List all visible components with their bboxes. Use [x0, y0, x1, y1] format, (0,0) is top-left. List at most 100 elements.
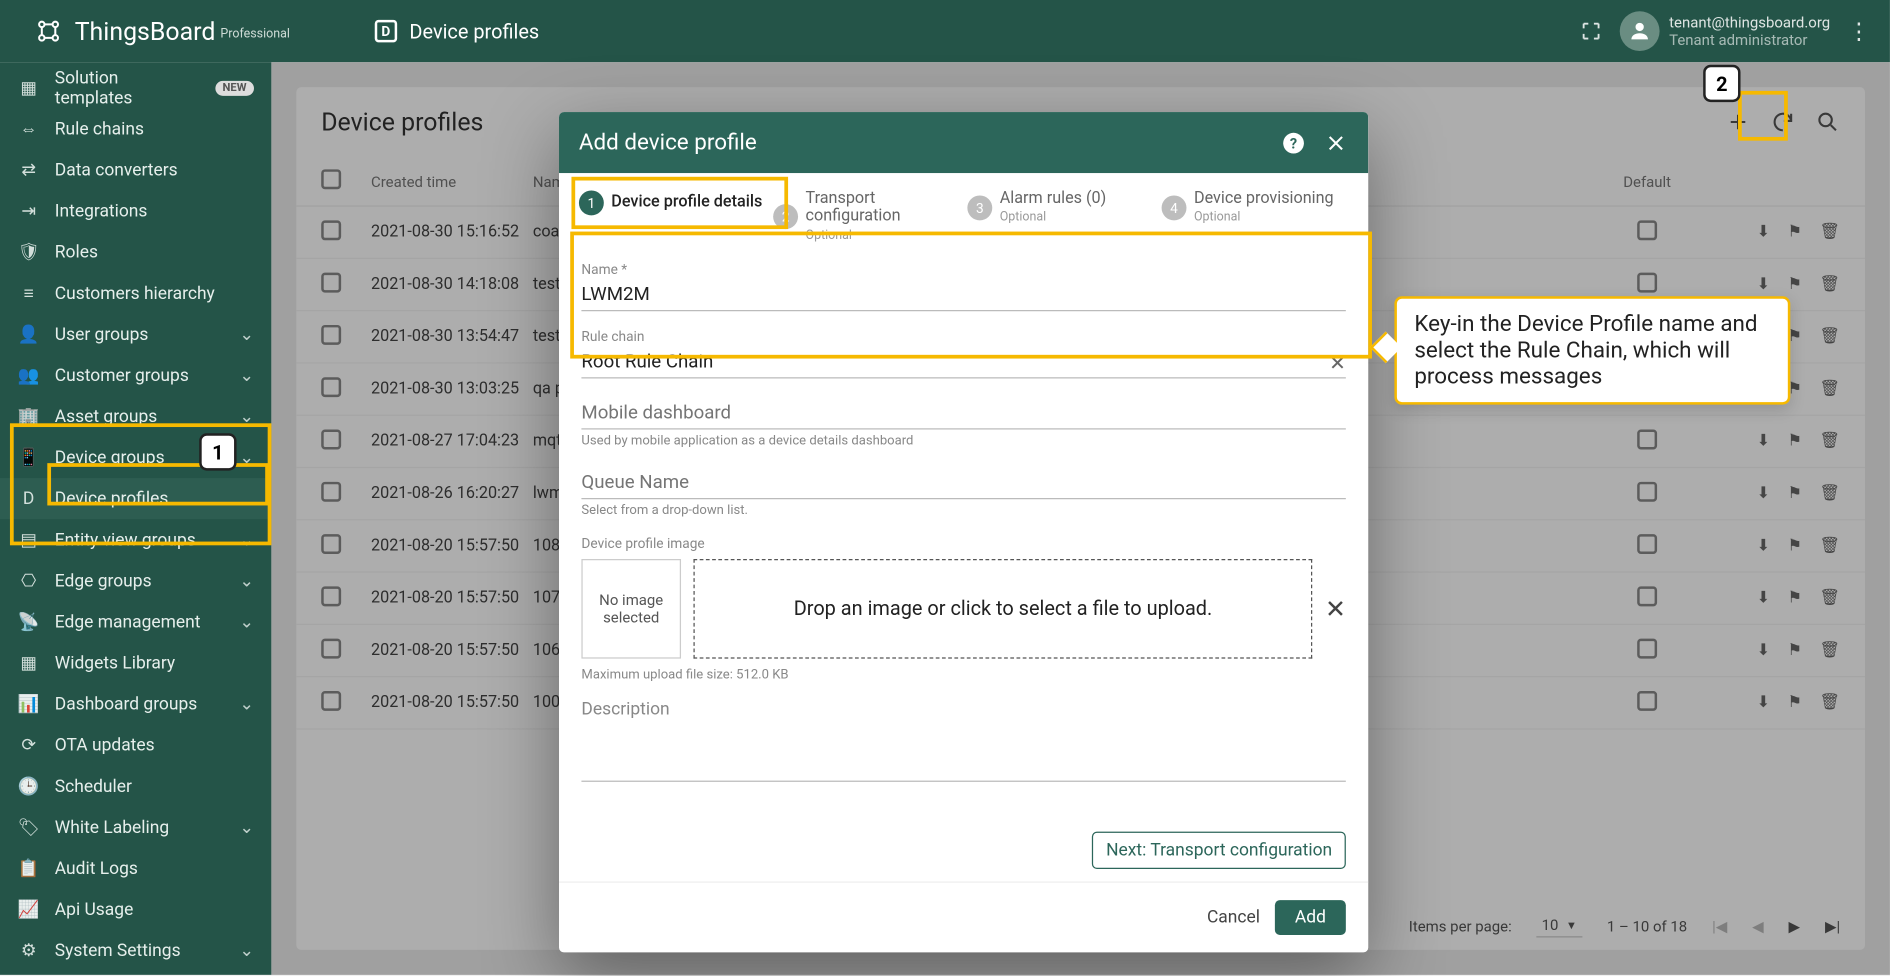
add-button-dialog[interactable]: Add [1275, 900, 1346, 935]
sidebar-item-dashboard-groups[interactable]: 📊Dashboard groups⌄ [0, 684, 271, 725]
dashboard-icon: 📊 [17, 694, 39, 714]
label-icon: 🏷 [17, 817, 39, 837]
callout-number-2: 2 [1703, 65, 1740, 102]
clear-image-icon[interactable]: ✕ [1325, 594, 1346, 624]
svg-text:?: ? [1290, 135, 1297, 152]
step-4[interactable]: 4Device provisioningOptional [1162, 190, 1349, 226]
sidebar-item-edge-management[interactable]: 📡Edge management⌄ [0, 601, 271, 642]
sidebar-item-scheduler[interactable]: 🕒Scheduler [0, 766, 271, 807]
chevron-down-icon: ⌄ [239, 365, 254, 385]
brand-logo: ThingsBoard [32, 15, 215, 47]
image-field-label: Device profile image [581, 535, 1345, 551]
chevron-down-icon: ⌄ [239, 941, 254, 961]
chevron-down-icon: ⌄ [239, 448, 254, 468]
chevron-down-icon: ⌄ [239, 571, 254, 591]
gear-icon: ⚙ [17, 941, 39, 961]
mobile-dashboard-field[interactable] [581, 396, 1345, 430]
step-3[interactable]: 3Alarm rules (0)Optional [967, 190, 1154, 226]
antenna-icon: 📡 [17, 612, 39, 632]
user-menu[interactable]: tenant@thingsboard.org Tenant administra… [1619, 11, 1830, 51]
sidebar-item-rule-chains[interactable]: ⇔Rule chains [0, 108, 271, 149]
clock-icon: 🕒 [17, 776, 39, 796]
chevron-down-icon: ⌄ [239, 817, 254, 837]
asset-icon: 🏢 [17, 406, 39, 426]
name-field[interactable] [581, 277, 1345, 311]
breadcrumb-icon: D [375, 20, 397, 42]
image-dropzone[interactable]: Drop an image or click to select a file … [693, 559, 1312, 659]
sidebar-item-white-labeling[interactable]: 🏷White Labeling⌄ [0, 807, 271, 848]
sidebar: ▦Solution templatesNEW⇔Rule chains⇄Data … [0, 62, 271, 975]
sidebar-item-data-converters[interactable]: ⇄Data converters [0, 149, 271, 190]
description-field[interactable] [581, 719, 1345, 781]
sidebar-item-user-groups[interactable]: 👤User groups⌄ [0, 314, 271, 355]
description-label: Description [581, 700, 1345, 720]
avatar-icon [1619, 11, 1659, 51]
fullscreen-icon[interactable] [1579, 20, 1601, 42]
shield-icon: 🛡 [17, 242, 39, 262]
user-role: Tenant administrator [1669, 31, 1830, 49]
edge-icon: ⎔ [17, 571, 39, 591]
chains-icon: ⇔ [17, 118, 39, 139]
dialog-title: Add device profile [579, 129, 757, 155]
more-icon[interactable]: ⋮ [1848, 18, 1870, 44]
chevron-down-icon: ⌄ [239, 530, 254, 550]
image-preview: No image selected [581, 559, 681, 659]
sidebar-item-edge-groups[interactable]: ⎔Edge groups⌄ [0, 560, 271, 601]
max-upload-hint: Maximum upload file size: 512.0 KB [581, 666, 1345, 682]
user-icon: 👤 [17, 324, 39, 344]
converter-icon: ⇄ [17, 160, 39, 180]
logo-icon [32, 15, 64, 47]
chevron-down-icon: ⌄ [239, 694, 254, 714]
sidebar-item-customer-groups[interactable]: 👥Customer groups⌄ [0, 355, 271, 396]
add-device-profile-dialog: Add device profile ? 1Device profile det… [559, 112, 1368, 952]
callout-tooltip: Key-in the Device Profile name and selec… [1394, 296, 1790, 404]
step-2[interactable]: 2Transport configurationOptional [773, 190, 960, 243]
step-1[interactable]: 1Device profile details [579, 190, 766, 215]
sidebar-item-widgets-library[interactable]: ▦Widgets Library [0, 642, 271, 683]
breadcrumb-label: Device profiles [409, 19, 539, 43]
callout-number-1: 1 [199, 433, 236, 470]
ota-icon: ⟳ [17, 735, 39, 755]
sidebar-item-device-profiles[interactable]: DDevice profiles [0, 478, 271, 519]
help-icon[interactable]: ? [1281, 130, 1306, 155]
user-email: tenant@thingsboard.org [1669, 13, 1830, 31]
rule-chain-label: Rule chain [581, 329, 1345, 345]
sidebar-item-integrations[interactable]: ⇥Integrations [0, 190, 271, 231]
mobile-dashboard-hint: Used by mobile application as a device d… [581, 432, 1345, 448]
chevron-down-icon: ⌄ [239, 324, 254, 344]
audit-icon: 📋 [17, 858, 39, 878]
widgets-icon: ▦ [17, 653, 39, 673]
sidebar-item-system-settings[interactable]: ⚙System Settings⌄ [0, 930, 271, 971]
cancel-button[interactable]: Cancel [1207, 900, 1260, 935]
profile-icon: D [17, 489, 39, 509]
sidebar-item-api-usage[interactable]: 📈Api Usage [0, 889, 271, 930]
hierarchy-icon: ≡ [17, 283, 39, 304]
sidebar-item-asset-groups[interactable]: 🏢Asset groups⌄ [0, 396, 271, 437]
device-icon: 📱 [17, 448, 39, 468]
breadcrumb: D Device profiles [375, 19, 540, 43]
entity-icon: ▤ [17, 530, 39, 550]
sidebar-item-customers-hierarchy[interactable]: ≡Customers hierarchy [0, 273, 271, 314]
sidebar-item-entity-view-groups[interactable]: ▤Entity view groups⌄ [0, 519, 271, 560]
app-header: ThingsBoard Professional D Device profil… [0, 0, 1890, 62]
new-badge: NEW [215, 80, 254, 95]
next-button[interactable]: Next: Transport configuration [1092, 832, 1345, 869]
rule-chain-field[interactable] [581, 345, 1345, 379]
api-icon: 📈 [17, 900, 39, 920]
queue-name-field[interactable] [581, 465, 1345, 499]
grid-icon: ▦ [17, 78, 39, 98]
sidebar-item-audit-logs[interactable]: 📋Audit Logs [0, 848, 271, 889]
integration-icon: ⇥ [17, 201, 39, 221]
close-icon[interactable] [1323, 130, 1348, 155]
chevron-down-icon: ⌄ [239, 612, 254, 632]
sidebar-item-ota-updates[interactable]: ⟳OTA updates [0, 725, 271, 766]
queue-name-hint: Select from a drop-down list. [581, 502, 1345, 518]
brand-edition: Professional [220, 27, 290, 41]
clear-rule-icon[interactable]: ✕ [1329, 351, 1346, 375]
wizard-stepper: 1Device profile details 2Transport confi… [559, 173, 1368, 256]
sidebar-item-roles[interactable]: 🛡Roles [0, 232, 271, 273]
name-field-label: Name * [581, 261, 1345, 277]
chevron-down-icon: ⌄ [239, 406, 254, 426]
sidebar-item-solution-templates[interactable]: ▦Solution templatesNEW [0, 67, 271, 108]
group-icon: 👥 [17, 365, 39, 385]
